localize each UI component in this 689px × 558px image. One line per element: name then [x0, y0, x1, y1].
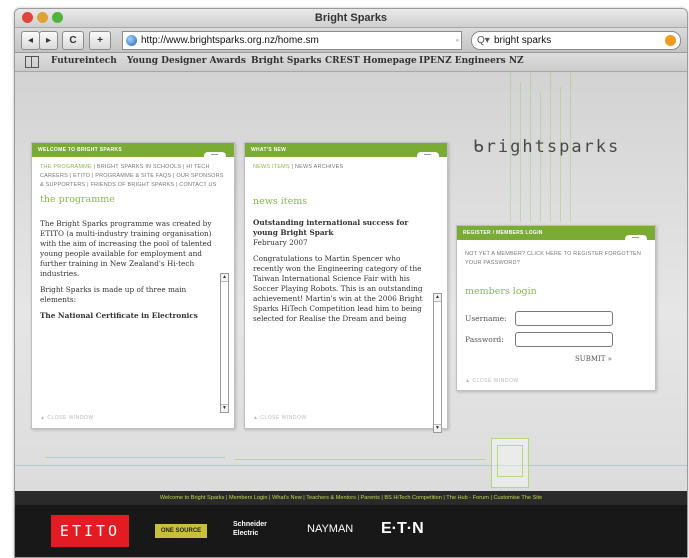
- news-text: Outstanding international success for yo…: [245, 218, 447, 324]
- title-bar: Bright Sparks: [15, 9, 687, 28]
- password-label: Password:: [465, 335, 504, 344]
- schneider-logo[interactable]: Schneider Electric: [233, 520, 285, 538]
- window-title: Bright Sparks: [314, 12, 388, 24]
- address-bar[interactable]: http://www.brightsparks.org.nz/home.sm ◦: [122, 31, 462, 50]
- members-login-panel: REGISTER / MEMBERS LOGIN NOT YET A MEMBE…: [456, 225, 656, 391]
- add-bookmark-button[interactable]: +: [89, 31, 111, 50]
- site-footer: Welcome to Bright Sparks | Members Login…: [15, 491, 687, 557]
- close-window-link[interactable]: ▲ CLOSE WINDOW: [253, 415, 307, 421]
- web-page: ᑲrightsparks WELCOME TO BRIGHT SPARKS TH…: [15, 72, 687, 557]
- bookmark-bright-sparks[interactable]: Bright Sparks: [251, 56, 322, 66]
- programme-title: the programme: [40, 194, 115, 205]
- site-globe-icon: [126, 35, 137, 46]
- bookmark-crest-homepage[interactable]: CREST Homepage: [325, 56, 417, 66]
- browser-window: Bright Sparks ◂ ▸ C + http://www.brights…: [14, 8, 688, 558]
- scroll-up-icon[interactable]: ▲: [221, 274, 228, 282]
- collapse-tab[interactable]: [625, 235, 647, 242]
- submit-button[interactable]: SUBMIT »: [575, 355, 612, 363]
- password-input[interactable]: [515, 332, 613, 347]
- close-window-link[interactable]: ▲ CLOSE WINDOW: [40, 415, 94, 421]
- username-input[interactable]: [515, 311, 613, 326]
- footer-links[interactable]: Welcome to Bright Sparks | Members Login…: [15, 491, 687, 505]
- onesource-logo[interactable]: ONE SOURCE: [155, 524, 207, 538]
- etito-logo[interactable]: ETITO: [51, 515, 129, 547]
- browser-toolbar: ◂ ▸ C + http://www.brightsparks.org.nz/h…: [15, 28, 687, 53]
- programme-subnav: THE PROGRAMME | BRIGHT SPARKS IN SCHOOLS…: [32, 157, 234, 190]
- subnav-news-archives[interactable]: | NEWS ARCHIVES: [290, 164, 344, 170]
- news-subnav: NEWS ITEMS | NEWS ARCHIVES: [245, 157, 447, 172]
- bookmarks-bar: Futureintech Young Designer Awards Brigh…: [15, 53, 687, 72]
- news-date: February 2007: [253, 238, 308, 247]
- scroll-down-icon[interactable]: ▼: [221, 404, 228, 412]
- news-scrollbar[interactable]: ▲ ▼: [433, 293, 442, 433]
- rss-icon[interactable]: ◦: [456, 32, 459, 49]
- clear-search-icon[interactable]: [665, 35, 676, 46]
- panel-header-text: REGISTER / MEMBERS LOGIN: [463, 230, 543, 236]
- reload-button[interactable]: C: [62, 31, 84, 50]
- circuit-component: [497, 445, 523, 477]
- collapse-tab[interactable]: [204, 152, 226, 159]
- circuit-line: [15, 465, 687, 466]
- bookmark-ipenz[interactable]: IPENZ Engineers NZ: [419, 56, 524, 66]
- url-text: http://www.brightsparks.org.nz/home.sm: [141, 35, 319, 46]
- bright-sparks-logo: ᑲrightsparks: [473, 137, 621, 157]
- bookmark-futureintech[interactable]: Futureintech: [51, 56, 117, 66]
- programme-scrollbar[interactable]: ▲ ▼: [220, 273, 229, 413]
- members-login-title: members login: [465, 286, 537, 297]
- whats-new-panel: WHAT'S NEW NEWS ITEMS | NEWS ARCHIVES ne…: [244, 142, 448, 433]
- nayman-logo[interactable]: NAYMAN: [307, 523, 353, 535]
- search-text: bright sparks: [494, 35, 552, 46]
- subnav-the-programme[interactable]: THE PROGRAMME: [40, 164, 92, 170]
- panel-header-text: WHAT'S NEW: [251, 147, 287, 153]
- circuit-line: [45, 457, 225, 458]
- eaton-logo[interactable]: E·T·N: [381, 520, 424, 538]
- programme-panel: WELCOME TO BRIGHT SPARKS THE PROGRAMME |…: [31, 142, 235, 429]
- register-links[interactable]: NOT YET A MEMBER? CLICK HERE TO REGISTER…: [457, 240, 655, 268]
- programme-paragraph: Bright Sparks is made up of three main e…: [40, 285, 187, 304]
- scroll-down-icon[interactable]: ▼: [434, 424, 441, 432]
- collapse-tab[interactable]: [417, 152, 439, 159]
- username-label: Username:: [465, 314, 507, 323]
- bookmark-young-designer-awards[interactable]: Young Designer Awards: [127, 56, 246, 66]
- news-headline[interactable]: Outstanding international success for yo…: [253, 218, 427, 238]
- search-field[interactable]: Q▾ bright sparks: [471, 31, 681, 50]
- programme-text: The Bright Sparks programme was created …: [32, 219, 234, 321]
- panel-header: WELCOME TO BRIGHT SPARKS: [32, 143, 234, 159]
- scroll-up-icon[interactable]: ▲: [434, 294, 441, 302]
- panel-header: WHAT'S NEW: [245, 143, 447, 159]
- decor-line: [540, 92, 541, 222]
- subnav-news-items[interactable]: NEWS ITEMS: [253, 164, 290, 170]
- programme-paragraph: The National Certificate in Electronics: [40, 311, 198, 320]
- search-icon[interactable]: Q▾: [477, 32, 490, 49]
- book-icon[interactable]: [25, 56, 39, 68]
- news-title: news items: [253, 196, 308, 207]
- back-button[interactable]: ◂: [21, 31, 40, 50]
- close-window-link[interactable]: ▲ CLOSE WINDOW: [465, 378, 519, 384]
- programme-paragraph: The Bright Sparks programme was created …: [40, 219, 212, 278]
- forward-button[interactable]: ▸: [39, 31, 58, 50]
- panel-header-text: WELCOME TO BRIGHT SPARKS: [38, 147, 122, 153]
- circuit-line: [235, 459, 485, 460]
- panel-header: REGISTER / MEMBERS LOGIN: [457, 226, 655, 242]
- news-body: Congratulations to Martin Spencer who re…: [253, 254, 423, 323]
